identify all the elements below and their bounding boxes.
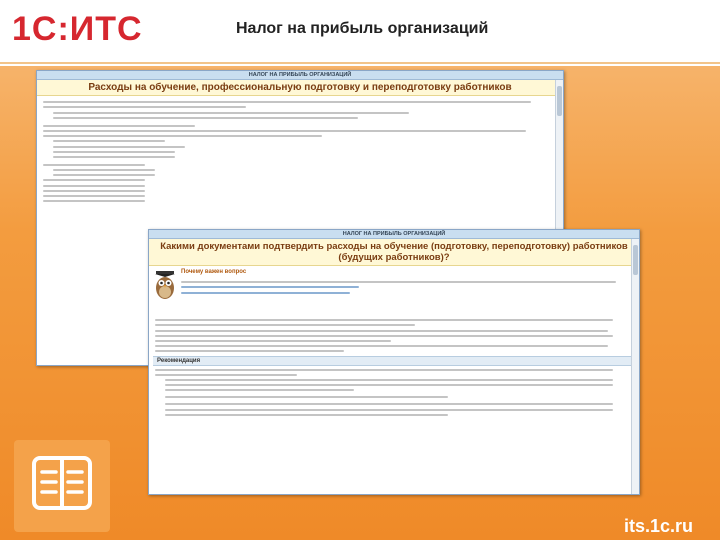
- book-icon-tile: [14, 440, 110, 532]
- document-heading: Расходы на обучение, профессиональную по…: [37, 80, 563, 96]
- document-body: [149, 319, 639, 353]
- document-body: [37, 96, 563, 203]
- document-topbar-label: НАЛОГ НА ПРИБЫЛЬ ОРГАНИЗАЦИЙ: [248, 72, 352, 78]
- open-book-icon: [32, 456, 92, 510]
- slide-title: Налог на прибыль организаций: [236, 20, 489, 37]
- scrollbar-thumb[interactable]: [557, 86, 562, 116]
- document-topbar: НАЛОГ НА ПРИБЫЛЬ ОРГАНИЗАЦИЙ: [37, 71, 563, 80]
- footer-url: its.1c.ru: [624, 516, 694, 536]
- slide-header: 1С:ИТС Налог на прибыль организаций: [0, 0, 720, 64]
- why-important-title: Почему важен вопрос: [181, 269, 247, 275]
- scrollbar-thumb[interactable]: [633, 245, 638, 275]
- recommendation-header: Рекомендация: [153, 355, 635, 366]
- document-window-documents[interactable]: НАЛОГ НА ПРИБЫЛЬ ОРГАНИЗАЦИЙ Какими доку…: [148, 229, 640, 495]
- owl-icon: [155, 271, 175, 299]
- document-topbar: НАЛОГ НА ПРИБЫЛЬ ОРГАНИЗАЦИЙ: [149, 230, 639, 239]
- its-logo: 1С:ИТС: [12, 10, 143, 48]
- document-scrollbar[interactable]: [631, 239, 639, 494]
- why-important-section: Почему важен вопрос: [149, 266, 639, 316]
- recommendation-body: [149, 368, 639, 416]
- document-topbar-label: НАЛОГ НА ПРИБЫЛЬ ОРГАНИЗАЦИЙ: [342, 231, 446, 237]
- why-important-body: [181, 278, 625, 297]
- document-heading: Какими документами подтвердить расходы н…: [149, 239, 639, 266]
